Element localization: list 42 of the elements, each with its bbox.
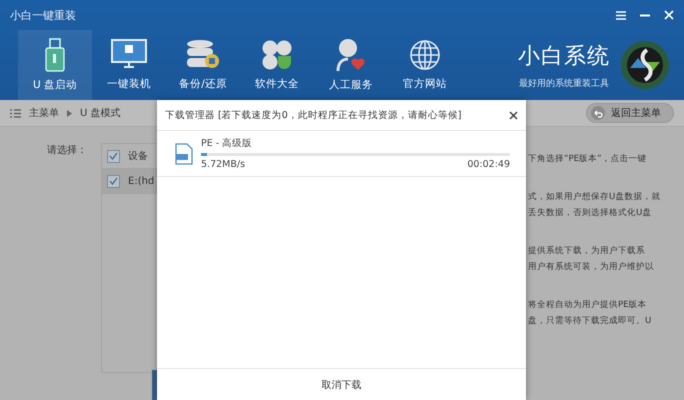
database-icon: [186, 39, 220, 71]
select-prompt: 请选择：: [47, 144, 88, 158]
nav-tab[interactable]: U 盘启动: [18, 30, 92, 100]
download-name: PE - 高级版: [201, 137, 254, 150]
window-title: 小白一键重装: [10, 8, 76, 22]
menu-icon[interactable]: [616, 10, 626, 20]
brand-slogan: 最好用的系统重装工具: [519, 78, 609, 90]
close-icon[interactable]: [509, 110, 518, 120]
nav-tab[interactable]: 软件大全: [240, 30, 314, 100]
monitor-icon: [111, 39, 147, 71]
description-text: 将全程自动为用户提供PE版本: [528, 299, 648, 312]
description-text: 提供系统下载，为用户下载系: [528, 244, 646, 258]
description-text: 盘，只需等待下载完成即可。U: [528, 314, 652, 328]
download-speed: 5.72MB/s: [201, 159, 246, 170]
list-icon: [10, 108, 21, 118]
usb-drive-icon: [45, 38, 65, 72]
nav-tab[interactable]: 人工服务: [314, 30, 388, 100]
description-text: 用户有系统可装，为用户维护以: [528, 260, 655, 274]
description-text: 式，如果用户想保存U盘数据，就: [528, 191, 662, 204]
description-text: 丢失数据，否则选择格式化U盘: [528, 207, 652, 220]
cancel-download-button[interactable]: 取消下载: [157, 368, 526, 400]
table-cell: E:(hd: [128, 176, 154, 186]
checkbox[interactable]: [107, 150, 120, 162]
chevron-icon: [67, 110, 72, 116]
iso-file-icon: [175, 142, 193, 164]
back-to-main-menu-button[interactable]: 返回主菜单: [586, 103, 674, 123]
column-header: 设备: [128, 150, 148, 163]
brand-name: 小白系统: [518, 42, 610, 70]
breadcrumb-item[interactable]: 主菜单: [29, 106, 59, 120]
dialog-title: 下载管理器 [若下载速度为0，此时程序正在寻找资源，请耐心等候]: [165, 108, 462, 122]
logo-icon: [620, 40, 670, 90]
nav-tab[interactable]: 官方网站: [388, 30, 462, 100]
globe-icon: [409, 39, 441, 71]
nav-tab[interactable]: 一键装机: [92, 30, 166, 100]
clover-icon: [261, 39, 293, 71]
checkbox[interactable]: [107, 174, 120, 188]
description-text: 下角选择“PE版本”，点击一键: [528, 153, 648, 166]
nav-tab[interactable]: 备份/还原: [166, 30, 240, 100]
breadcrumb-item: U 盘模式: [80, 106, 120, 120]
remaining-time: 00:02:49: [467, 159, 510, 170]
minimize-icon[interactable]: [640, 14, 650, 16]
person-with-heart-icon: [336, 38, 366, 72]
